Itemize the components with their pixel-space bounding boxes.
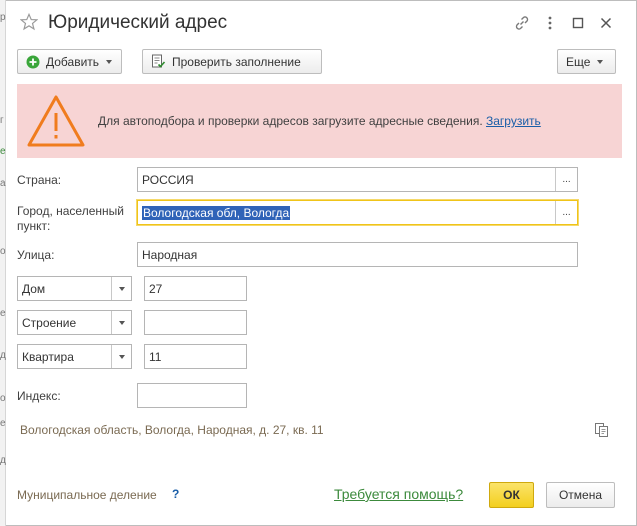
window-title: Юридический адрес — [48, 12, 228, 33]
address-dialog: Юридический адрес Добавить Проверить зап… — [6, 0, 637, 526]
apartment-number-value: 11 — [149, 350, 162, 364]
chevron-down-icon[interactable] — [111, 277, 131, 300]
more-menu-icon[interactable] — [542, 15, 558, 31]
chevron-down-icon — [106, 59, 113, 64]
copy-icon[interactable] — [594, 422, 610, 438]
more-button-label: Еще — [566, 54, 591, 69]
banner-message-text: Для автоподбора и проверки адресов загру… — [98, 114, 483, 128]
check-filling-label: Проверить заполнение — [172, 54, 301, 69]
ok-button-label: ОК — [503, 488, 520, 502]
city-label: Город, населенный пункт: — [17, 204, 124, 234]
plus-circle-icon — [26, 55, 40, 68]
country-choose-button[interactable]: ... — [555, 168, 577, 191]
warning-banner: Для автоподбора и проверки адресов загру… — [17, 84, 622, 158]
banner-message: Для автоподбора и проверки адресов загру… — [98, 114, 541, 128]
apartment-number-input[interactable]: 11 — [144, 344, 247, 369]
building-type-value: Строение — [22, 316, 77, 330]
house-number-input[interactable]: 27 — [144, 276, 247, 301]
title-bar: Юридический адрес — [6, 1, 636, 45]
check-document-icon — [152, 54, 166, 68]
city-input[interactable]: Вологодская обл, Вологда ... — [137, 200, 578, 225]
country-label: Страна: — [17, 173, 62, 187]
add-button[interactable]: Добавить — [17, 49, 122, 74]
city-choose-button[interactable]: ... — [555, 201, 577, 224]
chevron-down-icon — [597, 59, 604, 64]
country-input[interactable]: РОССИЯ ... — [137, 167, 578, 192]
city-label-line2: пункт: — [17, 219, 51, 233]
ok-button[interactable]: ОК — [489, 482, 534, 508]
cancel-button[interactable]: Отмена — [546, 482, 615, 508]
favorite-star-icon[interactable] — [20, 13, 38, 31]
index-label: Индекс: — [17, 389, 61, 403]
close-icon[interactable] — [598, 15, 614, 31]
building-number-input[interactable] — [144, 310, 247, 335]
street-label: Улица: — [17, 248, 55, 262]
house-type-value: Дом — [22, 282, 46, 296]
chevron-down-icon[interactable] — [111, 311, 131, 334]
warning-triangle-icon — [27, 95, 85, 147]
check-filling-button[interactable]: Проверить заполнение — [142, 49, 322, 74]
city-value: Вологодская обл, Вологда — [142, 206, 291, 220]
apartment-type-select[interactable]: Квартира — [17, 344, 132, 369]
cancel-button-label: Отмена — [558, 488, 603, 502]
maximize-icon[interactable] — [570, 15, 586, 31]
house-number-value: 27 — [149, 282, 163, 296]
building-type-select[interactable]: Строение — [17, 310, 132, 335]
help-question-icon[interactable]: ? — [172, 487, 179, 501]
address-summary: Вологодская область, Вологда, Народная, … — [20, 423, 324, 437]
more-button[interactable]: Еще — [557, 49, 616, 74]
add-button-label: Добавить — [46, 54, 100, 69]
house-type-select[interactable]: Дом — [17, 276, 132, 301]
country-value: РОССИЯ — [142, 173, 194, 187]
municipal-division-link[interactable]: Муниципальное деление — [17, 488, 157, 502]
load-link[interactable]: Загрузить — [486, 114, 541, 128]
index-input[interactable] — [137, 383, 247, 408]
city-label-line1: Город, населенный — [17, 204, 124, 218]
apartment-type-value: Квартира — [22, 350, 74, 364]
street-input[interactable]: Народная — [137, 242, 578, 267]
help-link[interactable]: Требуется помощь? — [334, 486, 463, 502]
link-icon[interactable] — [514, 15, 530, 31]
chevron-down-icon[interactable] — [111, 345, 131, 368]
street-value: Народная — [142, 248, 198, 262]
